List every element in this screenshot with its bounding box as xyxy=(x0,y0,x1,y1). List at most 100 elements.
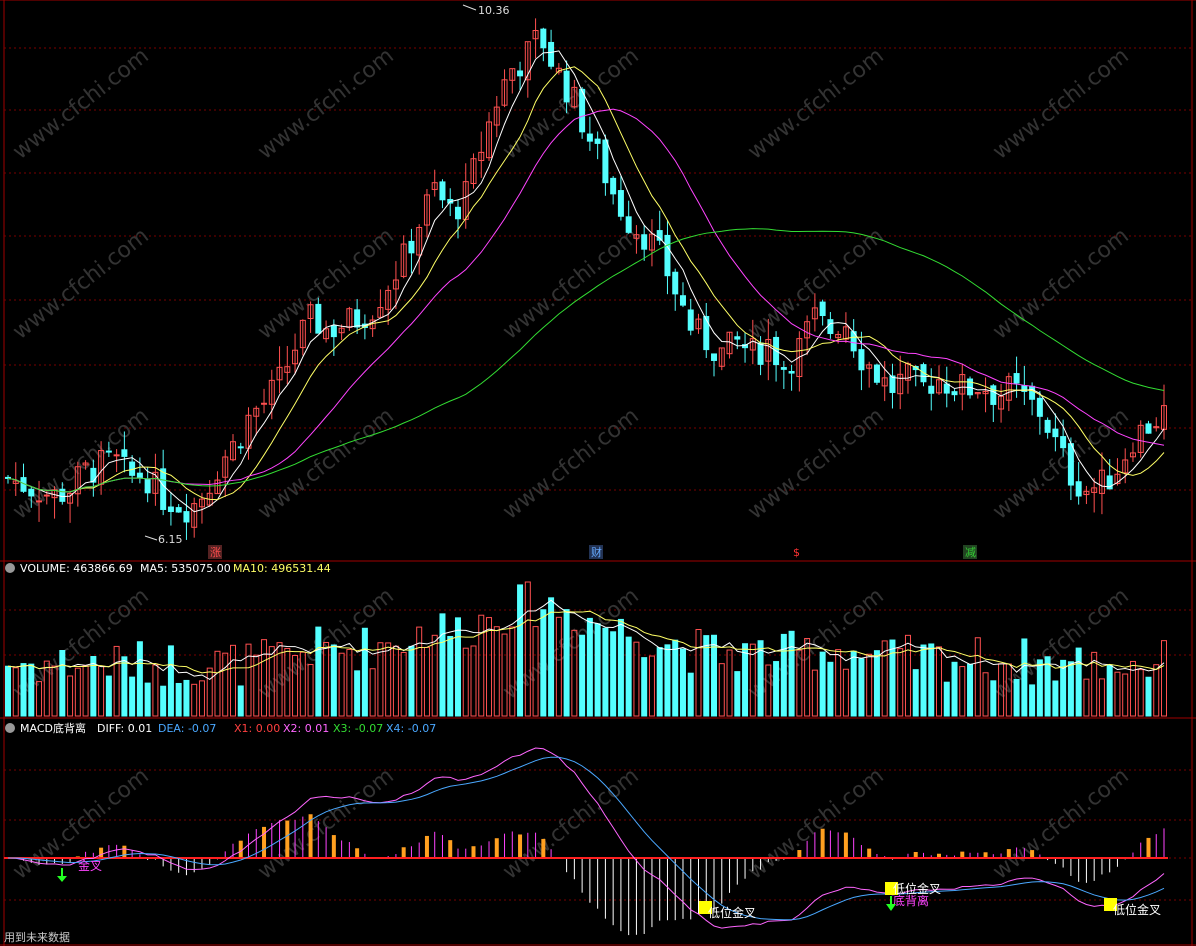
watermark-text: www.cfchi.com xyxy=(498,763,643,884)
candle-body xyxy=(594,138,601,144)
volume-bar xyxy=(579,634,586,717)
macd-panel xyxy=(4,747,1168,936)
candle-body xyxy=(28,488,35,497)
candle-body xyxy=(711,353,718,361)
volume-bar xyxy=(470,645,477,717)
volume-bar xyxy=(222,652,229,717)
volume-bar xyxy=(67,675,74,717)
volume-bar xyxy=(951,661,958,717)
volume-bar xyxy=(121,656,128,717)
candle-body xyxy=(439,181,446,201)
candle-body xyxy=(617,190,624,217)
volume-bar xyxy=(152,664,159,717)
macd-title: MACD底背离 xyxy=(20,721,86,735)
candle-body xyxy=(734,336,741,340)
collapse-icon[interactable] xyxy=(5,723,15,733)
volume-bar xyxy=(214,650,221,717)
volume-bar xyxy=(167,645,174,717)
volume-bar xyxy=(811,669,818,717)
candle-body xyxy=(43,494,50,497)
candle-body xyxy=(819,301,826,317)
candle-body xyxy=(586,133,593,142)
volume-bar xyxy=(198,680,205,717)
candle-body xyxy=(679,295,686,306)
collapse-icon[interactable] xyxy=(5,563,15,573)
volume-bar xyxy=(160,685,167,717)
candle-body xyxy=(1044,419,1051,433)
volume-bar xyxy=(1052,680,1059,717)
volume-bar xyxy=(175,682,182,717)
volume-bar xyxy=(346,649,353,717)
volume-bar xyxy=(889,639,896,717)
volume-bar xyxy=(633,641,640,717)
signal-golden-cross: 金叉 xyxy=(78,858,102,873)
volume-bar xyxy=(98,665,105,717)
candle-body xyxy=(928,385,935,394)
volume-bar xyxy=(928,643,935,717)
watermark-text: www.cfchi.com xyxy=(988,763,1133,884)
marker-cai[interactable]: 财 xyxy=(591,545,602,559)
stock-chart: www.cfchi.com www.cfchi.com www.cfchi.com w… xyxy=(0,0,1196,946)
volume-bar xyxy=(548,597,555,717)
volume-bar xyxy=(136,641,143,717)
volume-bar xyxy=(967,663,974,717)
volume-bar xyxy=(486,617,493,717)
volume-bar xyxy=(602,627,609,717)
marker-dollar[interactable]: $ xyxy=(793,546,800,559)
watermark-text: www.cfchi.com xyxy=(743,403,888,524)
volume-bar xyxy=(377,642,384,717)
marker-jian[interactable]: 减 xyxy=(965,546,976,559)
candle-body xyxy=(672,271,679,295)
watermark-text: www.cfchi.com xyxy=(498,403,643,524)
candle-body xyxy=(354,309,361,328)
volume-bar xyxy=(866,653,873,717)
candle-body xyxy=(990,385,997,405)
candle-body xyxy=(548,41,555,67)
volume-bar xyxy=(462,647,469,717)
volume-bar xyxy=(113,645,120,717)
volume-bar xyxy=(594,623,601,717)
candle-body xyxy=(563,70,570,103)
volume-bar xyxy=(835,649,842,717)
candle-body xyxy=(827,319,834,335)
volume-bar xyxy=(416,626,423,717)
marker-zhang[interactable]: 涨 xyxy=(210,546,221,559)
volume-bar xyxy=(439,613,446,717)
watermark-text: www.cfchi.com xyxy=(253,43,398,164)
volume-bar xyxy=(912,669,919,717)
footer-note: 用到未来数据 xyxy=(4,930,70,944)
candle-body xyxy=(1067,443,1074,486)
candle-body xyxy=(90,467,97,483)
candle-body xyxy=(780,367,787,370)
volume-bar xyxy=(943,681,950,717)
volume-bar xyxy=(773,661,780,717)
volume-panel xyxy=(5,581,1167,717)
candle-body xyxy=(687,309,694,331)
volume-bar xyxy=(679,648,686,717)
candle-body xyxy=(330,325,337,338)
volume-bar xyxy=(563,609,570,717)
volume-bar xyxy=(974,637,981,717)
candle-body xyxy=(160,468,167,510)
volume-bar xyxy=(1029,684,1036,717)
watermark-text: www.cfchi.com xyxy=(253,403,398,524)
macd-legend: MACD底背离 DIFF: 0.01 DEA: -0.07 X1: 0.00 X… xyxy=(5,721,436,735)
candle-body xyxy=(136,472,143,479)
candle-body xyxy=(951,391,958,396)
volume-bar xyxy=(493,626,500,717)
candle-body xyxy=(602,139,609,184)
ma20-line xyxy=(7,108,1165,493)
volume-bar xyxy=(1083,678,1090,717)
volume-bar xyxy=(936,646,943,717)
watermark-text: www.cfchi.com xyxy=(743,223,888,344)
volume-bar xyxy=(625,636,632,717)
volume-bar xyxy=(827,661,834,717)
volume-bar xyxy=(742,643,749,717)
volume-bar xyxy=(129,676,136,717)
volume-bar xyxy=(1153,664,1160,717)
macd-diff: DIFF: 0.01 xyxy=(97,722,152,735)
macd-x4: X4: -0.07 xyxy=(386,722,436,735)
volume-bar xyxy=(1098,678,1105,717)
watermarks: www.cfchi.com www.cfchi.com www.cfchi.com w… xyxy=(8,43,1133,884)
candle-body xyxy=(105,450,112,453)
